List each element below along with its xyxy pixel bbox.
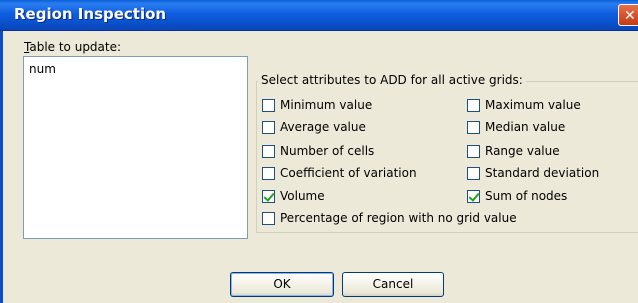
checkbox-box[interactable] [467, 98, 480, 112]
checkbox-box[interactable] [467, 144, 480, 158]
checkbox-label: Range value [485, 144, 560, 158]
checkbox-label: Coefficient of variation [280, 166, 417, 180]
table-to-update-label: Table to update: [24, 40, 121, 54]
checkbox-box[interactable] [262, 98, 275, 112]
checkbox-box[interactable] [262, 211, 275, 225]
region-inspection-dialog: Region Inspection ✕ Table to update: num… [0, 0, 638, 303]
checkbox-coefficient-of-variation[interactable]: Coefficient of variation [262, 165, 417, 181]
checkbox-range-value[interactable]: Range value [467, 143, 560, 159]
checkbox-label: Median value [485, 120, 566, 134]
cancel-button[interactable]: Cancel [342, 272, 444, 297]
checkbox-average-value[interactable]: Average value [262, 119, 366, 135]
table-listbox[interactable]: num [23, 56, 248, 239]
checkbox-number-of-cells[interactable]: Number of cells [262, 143, 374, 159]
checkbox-maximum-value[interactable]: Maximum value [467, 97, 581, 113]
checkbox-volume[interactable]: Volume [262, 188, 325, 204]
checkbox-label: Standard deviation [485, 166, 600, 180]
checkbox-sum-of-nodes[interactable]: Sum of nodes [467, 188, 567, 204]
checkbox-box[interactable] [262, 120, 275, 134]
attributes-group-label: Select attributes to ADD for all active … [258, 73, 526, 87]
checkbox-label: Average value [280, 120, 366, 134]
list-item[interactable]: num [29, 62, 56, 76]
checkbox-label: Sum of nodes [485, 189, 568, 203]
window-title: Region Inspection [14, 5, 167, 23]
close-button[interactable]: ✕ [618, 4, 638, 26]
checkbox-label: Maximum value [485, 98, 581, 112]
checkbox-box[interactable] [467, 166, 480, 180]
ok-button[interactable]: OK [230, 272, 334, 297]
checkbox-standard-deviation[interactable]: Standard deviation [467, 165, 599, 181]
checkbox-median-value[interactable]: Median value [467, 119, 565, 135]
checkbox-box[interactable] [262, 166, 275, 180]
checkbox-box[interactable] [262, 189, 275, 203]
close-icon: ✕ [624, 8, 636, 24]
checkbox-box[interactable] [467, 189, 480, 203]
checkbox-box[interactable] [262, 144, 275, 158]
title-bar[interactable]: Region Inspection ✕ [0, 0, 638, 31]
checkbox-box[interactable] [467, 120, 480, 134]
label-rest: able to update: [29, 40, 122, 54]
checkbox-minimum-value[interactable]: Minimum value [262, 97, 372, 113]
checkbox-label: Volume [280, 189, 325, 203]
checkbox-label: Number of cells [280, 144, 375, 158]
checkbox-percentage-no-grid-value[interactable]: Percentage of region with no grid value [262, 210, 517, 226]
checkbox-label: Minimum value [280, 98, 373, 112]
checkbox-label: Percentage of region with no grid value [280, 211, 517, 225]
